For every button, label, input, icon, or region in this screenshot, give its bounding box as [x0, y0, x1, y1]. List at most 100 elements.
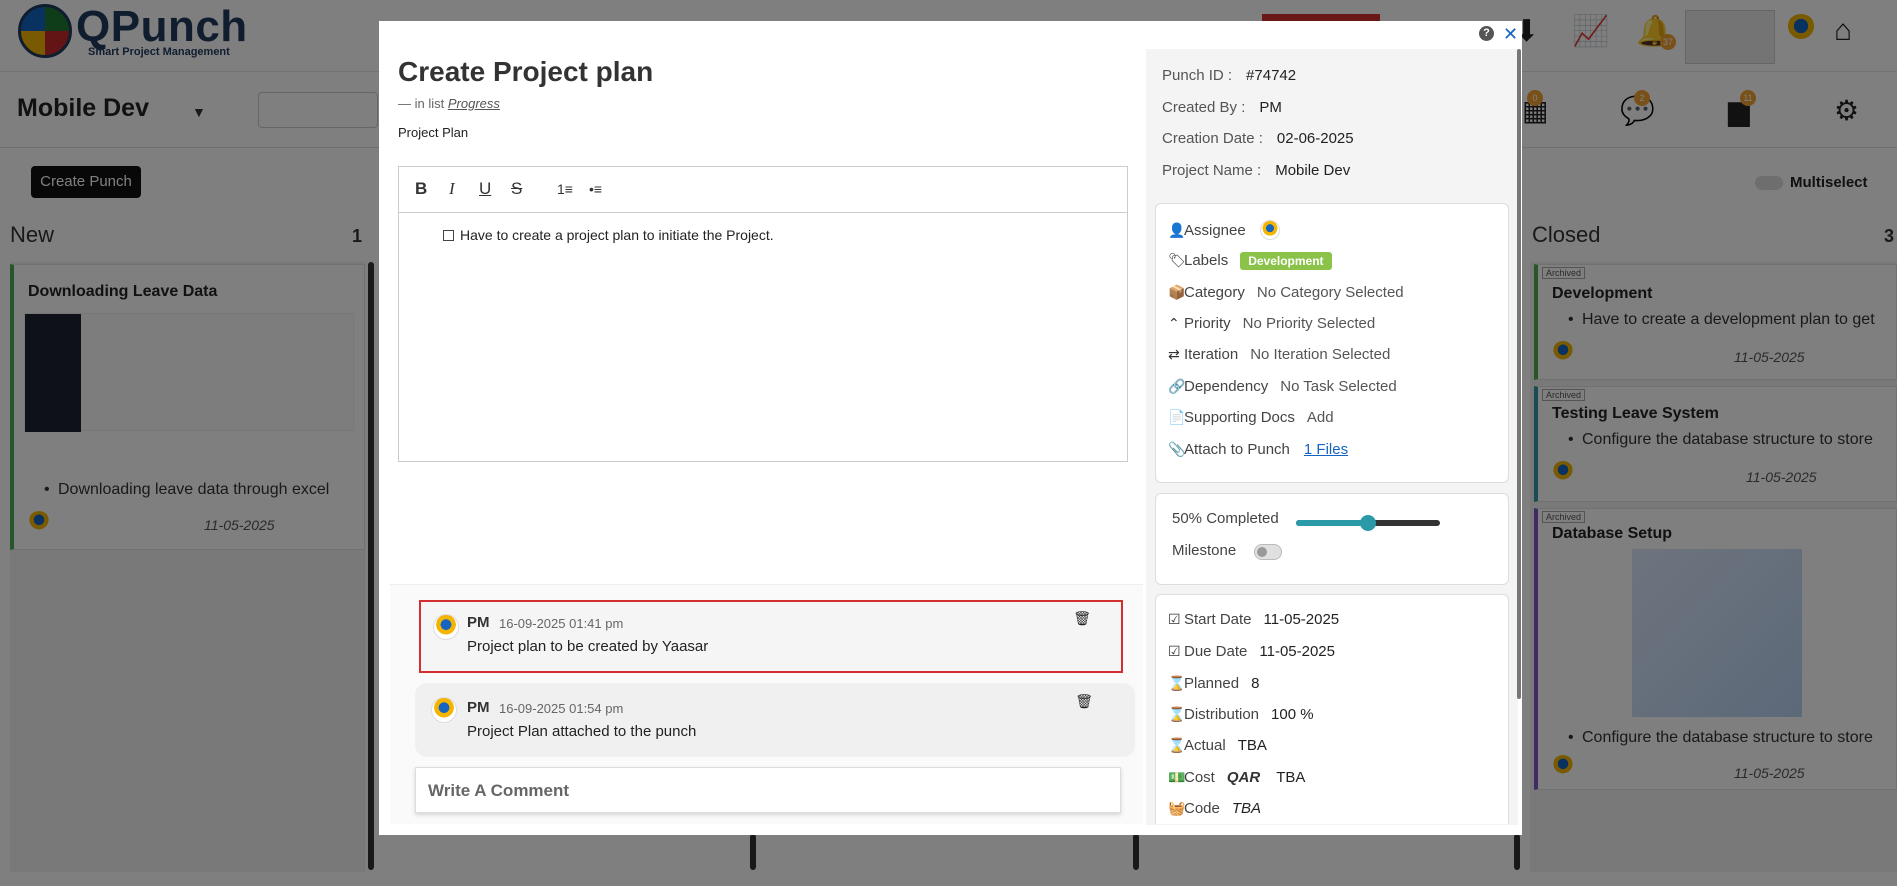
comment-time: 16-09-2025 01:41 pm	[499, 616, 624, 631]
category-value[interactable]: No Category Selected	[1257, 284, 1404, 301]
punch-id-label: Punch ID :	[1162, 67, 1233, 84]
progress-slider[interactable]	[1296, 515, 1440, 531]
close-icon[interactable]: ✕	[1503, 24, 1518, 45]
code-value[interactable]: TBA	[1232, 800, 1261, 817]
due-date-value[interactable]: 11-05-2025	[1259, 643, 1335, 660]
dependency-label: Dependency	[1184, 378, 1269, 395]
docs-add-link[interactable]: Add	[1307, 409, 1334, 426]
cost-label: Cost	[1184, 769, 1215, 786]
prop-due-date[interactable]: ☑ Due Date 11-05-2025	[1168, 643, 1335, 660]
list-link-progress[interactable]: Progress	[448, 96, 500, 111]
page-title[interactable]: Create Project plan	[398, 56, 653, 88]
prop-labels[interactable]: 🏷Labels Development	[1168, 252, 1332, 270]
ordered-list-icon[interactable]: 1≡	[557, 181, 573, 197]
prop-dependency[interactable]: 🔗Dependency No Task Selected	[1168, 378, 1397, 395]
strikethrough-button[interactable]: S	[511, 179, 522, 199]
avatar[interactable]	[1259, 220, 1280, 240]
comment-item: PM 16-09-2025 01:41 pm Project plan to b…	[419, 600, 1123, 673]
user-icon: 👤	[1168, 222, 1186, 238]
prop-planned[interactable]: ⌛Planned 8	[1168, 675, 1259, 692]
double-chevron-up-icon: ⌃	[1168, 315, 1180, 331]
code-label: Code	[1184, 800, 1220, 817]
repeat-icon: ⇄	[1168, 346, 1180, 362]
cost-value[interactable]: TBA	[1276, 769, 1305, 786]
bullet-list-icon[interactable]: •≡	[589, 181, 602, 197]
editor-content[interactable]: Have to create a project plan to initiat…	[443, 227, 774, 243]
creation-date-label: Creation Date :	[1162, 130, 1263, 147]
comment-text: Project plan to be created by Yaasar	[467, 638, 709, 655]
comment-author: PM	[467, 614, 490, 631]
iteration-label: Iteration	[1184, 346, 1239, 363]
progress-label: 50% Completed	[1172, 510, 1279, 527]
checkbox-icon[interactable]	[443, 230, 454, 241]
italic-button[interactable]: I	[449, 179, 455, 199]
prop-supporting-docs[interactable]: 📄Supporting Docs Add	[1168, 409, 1334, 426]
prop-code[interactable]: 🧺Code TBA	[1168, 800, 1261, 817]
description-editor[interactable]: B I U S 1≡ •≡ Have to create a project p…	[398, 166, 1128, 462]
project-name-label: Project Name :	[1162, 162, 1262, 179]
category-label: Category	[1184, 284, 1245, 301]
distribution-value[interactable]: 100 %	[1271, 706, 1314, 723]
label-badge-development[interactable]: Development	[1240, 252, 1332, 270]
trash-icon[interactable]: 🗑	[1073, 610, 1091, 627]
scrollbar[interactable]	[1517, 49, 1521, 699]
schedule-panel: ☑ Start Date 11-05-2025 ☑ Due Date 11-05-202…	[1155, 594, 1509, 824]
help-icon[interactable]: ?	[1479, 26, 1494, 41]
progress-slider-handle[interactable]	[1360, 515, 1376, 531]
created-by-value: PM	[1259, 99, 1282, 116]
list-breadcrumb: — in list Progress	[398, 96, 500, 111]
actual-label: Actual	[1184, 737, 1226, 754]
priority-label: Priority	[1184, 315, 1231, 332]
comment-input-placeholder: Write A Comment	[428, 781, 570, 800]
comment-text: Project Plan attached to the punch	[467, 723, 697, 740]
iteration-value[interactable]: No Iteration Selected	[1250, 346, 1390, 363]
paperclip-icon: 📎	[1168, 441, 1186, 457]
progress-slider-fill	[1296, 520, 1368, 526]
labels-label: Labels	[1184, 252, 1229, 269]
prop-cost[interactable]: 💵Cost QAR TBA	[1168, 769, 1305, 786]
basket-icon: 🧺	[1168, 800, 1186, 816]
meta-punch-id: Punch ID : #74742	[1162, 67, 1296, 84]
prop-start-date[interactable]: ☑ Start Date 11-05-2025	[1168, 611, 1339, 628]
start-date-label: Start Date	[1184, 611, 1252, 628]
meta-created-by: Created By : PM	[1162, 99, 1282, 116]
comment-input[interactable]: Write A Comment	[415, 767, 1121, 813]
document-name: Project Plan	[398, 125, 469, 140]
actual-value[interactable]: TBA	[1238, 737, 1267, 754]
hourglass-icon: ⌛	[1168, 675, 1186, 691]
properties-panel: 👤Assignee 🏷Labels Development 📦Category No…	[1155, 203, 1509, 483]
trash-icon[interactable]: 🗑	[1075, 693, 1093, 710]
prop-distribution[interactable]: ⌛Distribution 100 %	[1168, 706, 1314, 723]
meta-creation-date: Creation Date : 02-06-2025	[1162, 130, 1354, 147]
progress-panel: 50% Completed Milestone	[1155, 493, 1509, 585]
hourglass-icon: ⌛	[1168, 706, 1186, 722]
dependency-value[interactable]: No Task Selected	[1280, 378, 1396, 395]
planned-label: Planned	[1184, 675, 1240, 692]
creation-date-value: 02-06-2025	[1276, 130, 1354, 147]
cost-currency: QAR	[1226, 769, 1261, 786]
bold-button[interactable]: B	[415, 179, 427, 199]
prop-attach[interactable]: 📎Attach to Punch 1 Files	[1168, 441, 1348, 458]
distribution-label: Distribution	[1184, 706, 1260, 723]
underline-button[interactable]: U	[479, 179, 491, 199]
comment-time: 16-09-2025 01:54 pm	[499, 701, 624, 716]
money-icon: 💵	[1168, 769, 1186, 785]
meta-project-name: Project Name : Mobile Dev	[1162, 162, 1350, 179]
prop-assignee[interactable]: 👤Assignee	[1168, 220, 1280, 240]
editor-checklist-text: Have to create a project plan to initiat…	[460, 227, 774, 243]
editor-toolbar: B I U S 1≡ •≡	[399, 167, 1127, 213]
docs-label: Supporting Docs	[1184, 409, 1295, 426]
in-list-prefix: — in list	[398, 96, 445, 111]
prop-category[interactable]: 📦Category No Category Selected	[1168, 284, 1404, 301]
planned-value[interactable]: 8	[1251, 675, 1259, 692]
prop-actual[interactable]: ⌛Actual TBA	[1168, 737, 1267, 754]
assignee-label: Assignee	[1184, 222, 1246, 239]
priority-value[interactable]: No Priority Selected	[1243, 315, 1376, 332]
milestone-toggle[interactable]	[1254, 544, 1282, 560]
prop-iteration[interactable]: ⇄ Iteration No Iteration Selected	[1168, 346, 1390, 363]
created-by-label: Created By :	[1162, 99, 1246, 116]
attached-files-link[interactable]: 1 Files	[1304, 441, 1348, 458]
start-date-value[interactable]: 11-05-2025	[1264, 611, 1340, 628]
prop-priority[interactable]: ⌃ Priority No Priority Selected	[1168, 315, 1375, 332]
file-icon: 📄	[1168, 409, 1186, 425]
